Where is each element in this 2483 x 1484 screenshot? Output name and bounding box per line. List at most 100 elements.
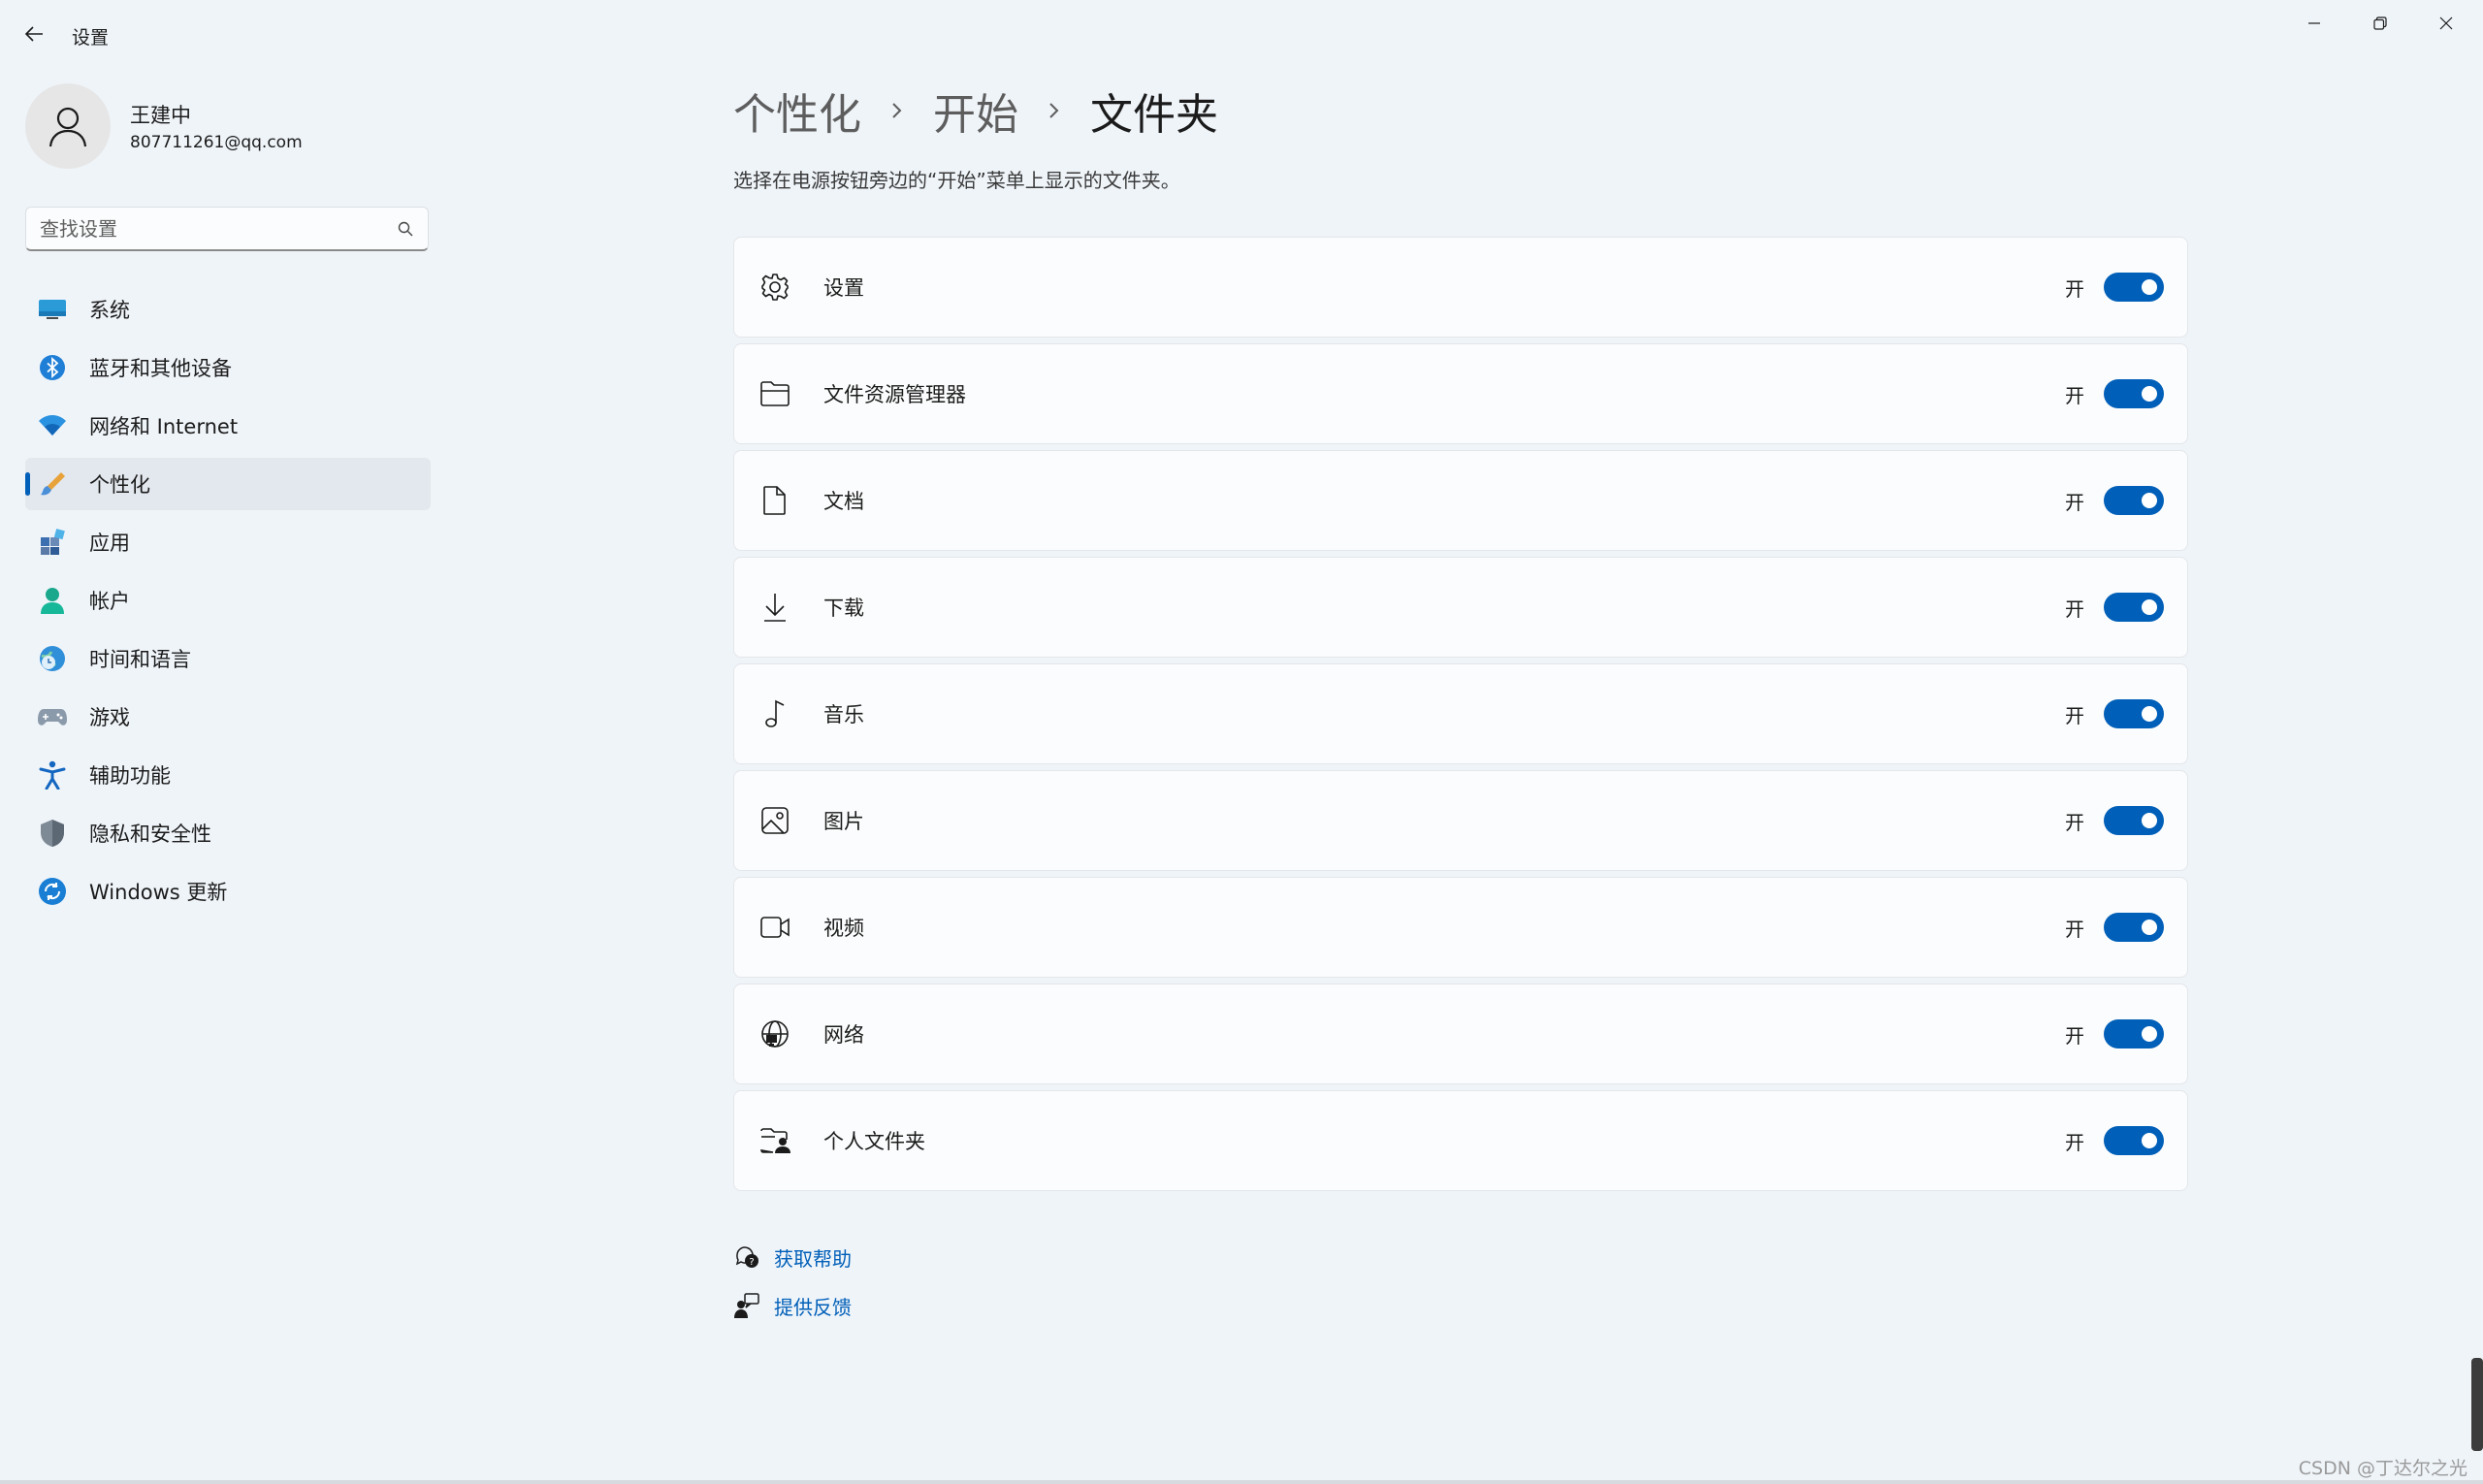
restore-icon bbox=[2373, 16, 2387, 30]
sidebar-item-label: 帐户 bbox=[89, 590, 130, 613]
system-icon bbox=[37, 294, 68, 325]
feedback-link[interactable]: 提供反馈 bbox=[733, 1288, 852, 1323]
sidebar-item-accessibility[interactable]: 辅助功能 bbox=[25, 749, 431, 801]
sidebar-item-label: Windows 更新 bbox=[89, 881, 228, 904]
sidebar-item-bluetooth[interactable]: 蓝牙和其他设备 bbox=[25, 341, 431, 394]
back-arrow-icon bbox=[24, 26, 43, 42]
videos-toggle[interactable] bbox=[2104, 913, 2164, 942]
sidebar-item-time-language[interactable]: 时间和语言 bbox=[25, 632, 431, 685]
account-icon bbox=[37, 585, 68, 616]
sidebar-item-label: 辅助功能 bbox=[89, 764, 171, 788]
person-icon bbox=[48, 107, 87, 147]
network-globe-icon bbox=[758, 1016, 792, 1051]
breadcrumb-start[interactable]: 开始 bbox=[933, 80, 1018, 142]
title-bar: 设置 bbox=[0, 0, 2483, 68]
get-help-label[interactable]: 获取帮助 bbox=[774, 1243, 852, 1272]
network-toggle[interactable] bbox=[2104, 1019, 2164, 1048]
page-description: 选择在电源按钮旁边的“开始”菜单上显示的文件夹。 bbox=[733, 169, 1180, 192]
folder-list: 设置 开 文件资源管理器 开 文档 开 下载 开 音乐 开 图片 开 视频 开 … bbox=[733, 237, 2188, 1197]
minimize-button[interactable] bbox=[2281, 0, 2347, 47]
app-title: 设置 bbox=[72, 27, 110, 48]
help-chat-icon: ? bbox=[733, 1243, 760, 1271]
close-button[interactable] bbox=[2413, 0, 2479, 47]
file-explorer-toggle[interactable] bbox=[2104, 379, 2164, 408]
toggle-state-text: 开 bbox=[2065, 917, 2084, 941]
sidebar-item-system[interactable]: 系统 bbox=[25, 283, 431, 336]
gamepad-icon bbox=[37, 701, 68, 732]
profile-name: 王建中 bbox=[130, 104, 191, 127]
sidebar-item-windows-update[interactable]: Windows 更新 bbox=[25, 865, 431, 918]
sidebar-item-personalization[interactable]: 个性化 bbox=[25, 458, 431, 510]
sidebar-item-label: 时间和语言 bbox=[89, 648, 191, 671]
feedback-label[interactable]: 提供反馈 bbox=[774, 1292, 852, 1320]
sidebar-item-accounts[interactable]: 帐户 bbox=[25, 574, 431, 627]
toggle-state-text: 开 bbox=[2065, 1130, 2084, 1154]
pictures-toggle[interactable] bbox=[2104, 806, 2164, 835]
sidebar-item-label: 个性化 bbox=[89, 473, 150, 497]
folder-row-videos: 视频 开 bbox=[733, 877, 2188, 978]
time-language-icon bbox=[37, 643, 68, 674]
folder-row-settings: 设置 开 bbox=[733, 237, 2188, 338]
restore-button[interactable] bbox=[2347, 0, 2413, 47]
document-icon bbox=[758, 483, 792, 518]
folder-row-file-explorer: 文件资源管理器 开 bbox=[733, 343, 2188, 444]
profile-email: 807711261@qq.com bbox=[130, 133, 303, 152]
folder-row-pictures: 图片 开 bbox=[733, 770, 2188, 871]
toggle-state-text: 开 bbox=[2065, 490, 2084, 514]
page-title: 文件夹 bbox=[1090, 90, 1218, 140]
breadcrumb-personalization[interactable]: 个性化 bbox=[733, 80, 861, 142]
folder-label: 文件资源管理器 bbox=[823, 383, 966, 406]
gear-icon bbox=[758, 270, 792, 305]
feedback-icon bbox=[733, 1292, 760, 1319]
music-note-icon bbox=[758, 696, 792, 731]
update-icon bbox=[37, 876, 68, 907]
music-toggle[interactable] bbox=[2104, 699, 2164, 728]
shield-icon bbox=[37, 818, 68, 849]
breadcrumb: 个性化 开始 文件夹 bbox=[733, 80, 1218, 142]
search-input[interactable] bbox=[40, 216, 397, 241]
bottom-edge bbox=[0, 1480, 2483, 1484]
paintbrush-icon bbox=[37, 468, 68, 500]
watermark: CSDN @丁达尔之光 bbox=[2298, 1458, 2467, 1479]
avatar bbox=[25, 83, 111, 169]
get-help-link[interactable]: ? 获取帮助 bbox=[733, 1240, 852, 1274]
help-links: ? 获取帮助 提供反馈 bbox=[733, 1240, 852, 1337]
sidebar-item-label: 应用 bbox=[89, 532, 130, 555]
wifi-icon bbox=[37, 410, 68, 441]
toggle-state-text: 开 bbox=[2065, 276, 2084, 301]
sidebar-item-label: 隐私和安全性 bbox=[89, 823, 211, 846]
toggle-state-text: 开 bbox=[2065, 383, 2084, 407]
personal-folder-toggle[interactable] bbox=[2104, 1126, 2164, 1155]
scrollbar-thumb[interactable] bbox=[2471, 1358, 2483, 1451]
search-icon[interactable] bbox=[397, 220, 414, 238]
folder-label: 下载 bbox=[823, 597, 864, 620]
documents-toggle[interactable] bbox=[2104, 486, 2164, 515]
folder-label: 音乐 bbox=[823, 703, 864, 726]
sidebar-item-label: 游戏 bbox=[89, 706, 130, 729]
user-profile[interactable]: 王建中 807711261@qq.com bbox=[25, 83, 303, 169]
toggle-state-text: 开 bbox=[2065, 810, 2084, 834]
search-box[interactable] bbox=[25, 207, 429, 251]
folder-row-downloads: 下载 开 bbox=[733, 557, 2188, 658]
settings-toggle[interactable] bbox=[2104, 273, 2164, 302]
folder-row-network: 网络 开 bbox=[733, 984, 2188, 1084]
folder-open-icon bbox=[758, 376, 792, 411]
chevron-right-icon bbox=[1048, 101, 1061, 120]
user-folder-icon bbox=[758, 1123, 792, 1158]
close-icon bbox=[2439, 16, 2453, 30]
back-button[interactable] bbox=[17, 17, 50, 50]
downloads-toggle[interactable] bbox=[2104, 593, 2164, 622]
accessibility-icon bbox=[37, 759, 68, 790]
sidebar-item-apps[interactable]: 应用 bbox=[25, 516, 431, 568]
toggle-state-text: 开 bbox=[2065, 597, 2084, 621]
sidebar-item-gaming[interactable]: 游戏 bbox=[25, 691, 431, 743]
sidebar-item-network[interactable]: 网络和 Internet bbox=[25, 400, 431, 452]
sidebar-item-label: 系统 bbox=[89, 299, 130, 322]
folder-label: 网络 bbox=[823, 1023, 864, 1047]
chevron-right-icon bbox=[890, 101, 904, 120]
folder-label: 个人文件夹 bbox=[823, 1130, 925, 1153]
folder-row-documents: 文档 开 bbox=[733, 450, 2188, 551]
folder-label: 文档 bbox=[823, 490, 864, 513]
sidebar-item-privacy[interactable]: 隐私和安全性 bbox=[25, 807, 431, 859]
folder-row-personal-folder: 个人文件夹 开 bbox=[733, 1090, 2188, 1191]
